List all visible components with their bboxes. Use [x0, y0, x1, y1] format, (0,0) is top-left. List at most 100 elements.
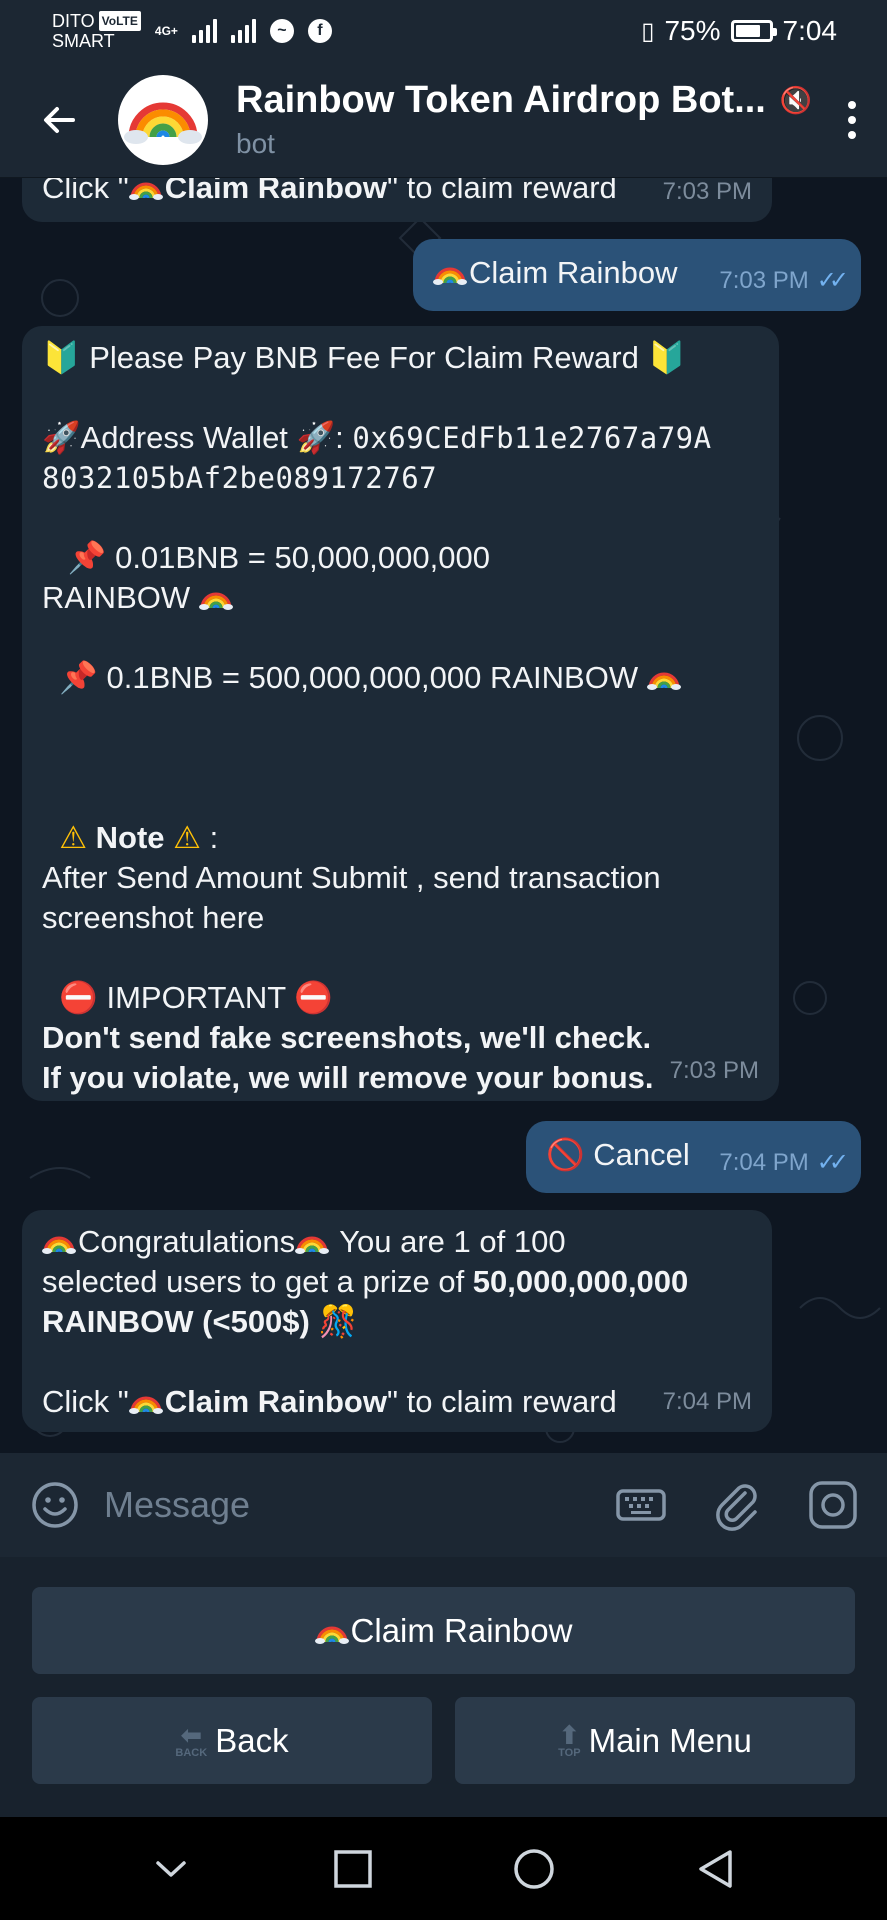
camera-icon[interactable] [807, 1479, 859, 1531]
message-time-container: 7:03 PM ✓✓ [719, 261, 849, 301]
top-arrow-icon: ⬆ TOP [558, 1719, 581, 1759]
double-check-icon: ✓✓ [816, 1149, 849, 1176]
top-mini-label: TOP [558, 1746, 581, 1759]
signal-2-icon [230, 19, 256, 43]
message-outgoing[interactable]: Claim Rainbow 7:03 PM ✓✓ [413, 239, 861, 311]
message-bold: RAINBOW (<500$) [42, 1304, 310, 1339]
message-text: IMPORTANT [106, 980, 286, 1015]
message-text: Click " [42, 1384, 129, 1419]
carrier-secondary: SMART [52, 31, 115, 51]
rainbow-icon [199, 584, 233, 610]
messenger-icon: ~ [269, 19, 294, 43]
message-text: Address Wallet [80, 420, 288, 455]
message-bold: Claim Rainbow [164, 178, 387, 205]
message-input[interactable] [104, 1484, 571, 1526]
rainbow-avatar-icon [124, 102, 202, 144]
back-label: Back [215, 1721, 289, 1759]
muted-icon: 🔇 [779, 85, 813, 115]
carrier-info: DITO VoLTE SMART [52, 11, 141, 51]
back-keyboard-button[interactable]: ⬅ BACK Back [32, 1697, 432, 1784]
carrier-name: DITO [52, 11, 95, 31]
message-text: Claim Rainbow [469, 255, 678, 290]
pushpin-icon: 📌 [59, 660, 98, 695]
chat-area[interactable]: Click " Claim Rainbow" to claim reward 7:… [0, 178, 887, 1453]
message-text: screenshot here [42, 900, 265, 935]
message-time: 7:03 PM [669, 1057, 759, 1084]
smile-icon[interactable] [30, 1480, 80, 1530]
chat-header: Rainbow Token Airdrop Bot... 🔇 bot [0, 62, 887, 178]
rainbow-icon [129, 1388, 163, 1414]
main-menu-label: Main Menu [588, 1721, 752, 1759]
pushpin-icon: 📌 [67, 540, 107, 575]
chevron-down-icon[interactable] [148, 1846, 194, 1892]
back-triangle-icon[interactable] [693, 1846, 739, 1892]
signal-icon [191, 19, 217, 43]
back-button[interactable] [0, 62, 118, 178]
chat-title: Rainbow Token Airdrop Bot... [236, 79, 766, 121]
wallet-address[interactable]: 8032105bAf2be089172767 [42, 461, 437, 495]
paperclip-icon[interactable] [711, 1479, 763, 1531]
message-text: " to claim reward [386, 1384, 617, 1419]
rocket-icon: 🚀 [296, 420, 336, 455]
prohibited-icon: 🚫 [546, 1137, 585, 1172]
recents-square-icon[interactable] [330, 1846, 376, 1892]
warning-icon: ⚠ [59, 820, 88, 855]
party-icon: 🎊 [318, 1304, 358, 1339]
double-check-icon: ✓✓ [816, 267, 849, 294]
message-bold: Note [95, 820, 165, 855]
wallet-address[interactable]: 0x69CEdFb11e2767a79A [352, 421, 711, 455]
status-left: DITO VoLTE SMART 4G+ ~ f [52, 11, 332, 51]
keyboard-icon[interactable] [615, 1479, 667, 1531]
message-bold: Claim Rainbow [164, 1384, 387, 1419]
message-time: 7:03 PM [662, 178, 752, 205]
home-circle-icon[interactable] [511, 1846, 557, 1892]
beginner-icon: 🔰 [42, 340, 81, 375]
no-entry-icon: ⛔ [294, 980, 333, 1015]
main-menu-button[interactable]: ⬆ TOP Main Menu [455, 1697, 855, 1784]
message-text: You are 1 of 100 [331, 1224, 566, 1259]
beginner-icon: 🔰 [647, 340, 687, 375]
message-composer [0, 1453, 887, 1557]
message-text: " to claim reward [386, 178, 617, 205]
rainbow-icon [42, 1228, 76, 1254]
bot-keyboard: Claim Rainbow ⬅ BACK Back ⬆ TOP Main Menu [0, 1557, 887, 1817]
vibrate-icon: ▯ [641, 17, 655, 45]
chat-info[interactable]: Rainbow Token Airdrop Bot... 🔇 bot [236, 79, 817, 160]
arrow-left-icon [44, 106, 75, 133]
message-text: Cancel [593, 1137, 690, 1172]
message-bold: Don't send fake screenshots, we'll check… [42, 1020, 652, 1055]
message-time: 7:04 PM [719, 1149, 809, 1176]
message-time: 7:03 PM [719, 267, 809, 294]
message-text: 0.01BNB = 50,000,000,000 [115, 540, 490, 575]
message-bold: 50,000,000,000 [472, 1264, 689, 1299]
back-mini-label: BACK [175, 1746, 208, 1759]
message-bold: If you violate, we will remove your bonu… [42, 1060, 654, 1095]
more-vertical-icon[interactable] [817, 62, 887, 178]
message-text: After Send Amount Submit , send transact… [42, 860, 661, 895]
rocket-icon: 🚀 [42, 420, 81, 455]
warning-icon: ⚠ [173, 820, 201, 855]
message-incoming[interactable]: Congratulations You are 1 of 100 selecte… [22, 1210, 772, 1432]
battery-percent: 75% [664, 15, 721, 46]
message-text: RAINBOW [42, 580, 191, 615]
chat-subtitle: bot [236, 128, 275, 159]
message-incoming[interactable]: 🔰 Please Pay BNB Fee For Claim Reward 🔰 … [22, 326, 779, 1101]
message-text: Congratulations [78, 1224, 296, 1259]
message-text: 0.1BNB = 500,000,000,000 RAINBOW [106, 660, 639, 695]
message-outgoing[interactable]: 🚫 Cancel 7:04 PM ✓✓ [526, 1121, 861, 1193]
system-nav-bar [0, 1817, 887, 1920]
message-time-container: 7:04 PM ✓✓ [719, 1143, 849, 1183]
status-right: ▯ 75% 7:04 [641, 15, 837, 47]
rainbow-icon [315, 1618, 349, 1644]
message-text: Click " [42, 178, 129, 205]
rainbow-icon [295, 1228, 329, 1254]
rainbow-icon [433, 259, 467, 285]
claim-rainbow-button[interactable]: Claim Rainbow [32, 1587, 855, 1674]
message-incoming[interactable]: Click " Claim Rainbow" to claim reward 7:… [22, 178, 772, 222]
message-text: Please Pay BNB Fee For Claim Reward [89, 340, 639, 375]
network-type: 4G+ [154, 24, 178, 38]
message-time: 7:04 PM [662, 1388, 752, 1415]
status-bar: DITO VoLTE SMART 4G+ ~ f ▯ 75% 7:04 [0, 0, 887, 62]
bot-avatar[interactable] [118, 74, 208, 165]
volte-badge: VoLTE [98, 11, 141, 31]
